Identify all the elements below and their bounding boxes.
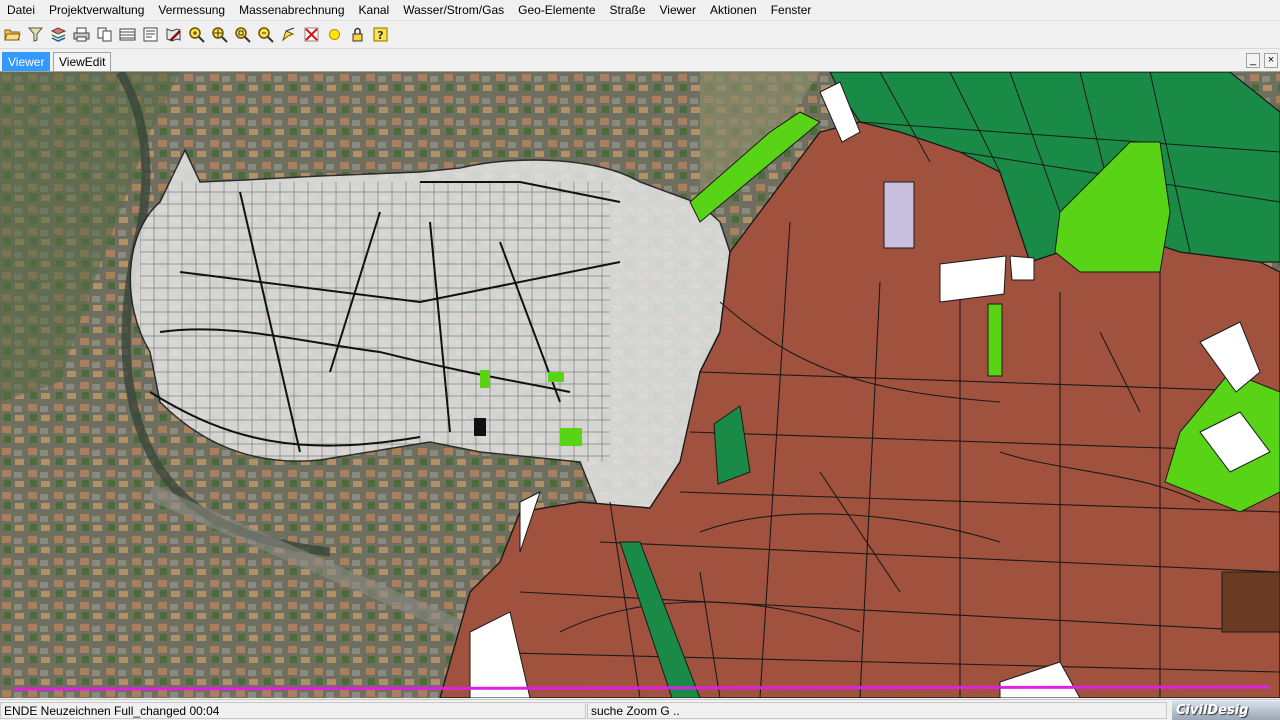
menu-datei[interactable]: Datei <box>0 0 42 20</box>
plot-button[interactable] <box>140 24 161 45</box>
civildesign-logo: CivilDesig <box>1172 701 1280 720</box>
edit-map-button[interactable] <box>163 24 184 45</box>
menu-kanal[interactable]: Kanal <box>352 0 397 20</box>
status-middle: suche Zoom G .. <box>587 702 1167 719</box>
help-button[interactable]: ? <box>370 24 391 45</box>
menu-geo-elemente[interactable]: Geo-Elemente <box>511 0 602 20</box>
status-bar: ENDE Neuzeichnen Full_changed 00:04 such… <box>0 699 1280 720</box>
point-icon <box>329 29 340 40</box>
parcel-lavender <box>883 181 915 249</box>
menu-projektverwaltung[interactable]: Projektverwaltung <box>42 0 151 20</box>
pan-icon <box>281 27 295 42</box>
parcel-dark-brown <box>1221 571 1280 633</box>
toolbar: ? <box>0 21 1280 49</box>
zoom-full-icon <box>212 27 228 43</box>
menu-vermessung[interactable]: Vermessung <box>151 0 232 20</box>
map-layers-button[interactable] <box>48 24 69 45</box>
menu-wasser-strom-gas[interactable]: Wasser/Strom/Gas <box>396 0 511 20</box>
menu-fenster[interactable]: Fenster <box>764 0 819 20</box>
print-icon <box>73 27 90 42</box>
zoom-window-icon <box>235 27 251 43</box>
close-button[interactable]: × <box>1264 53 1278 68</box>
zoom-in-icon <box>189 27 205 43</box>
town-building-grid <box>140 182 610 462</box>
map-canvas[interactable] <box>0 72 1280 698</box>
zoom-out-button[interactable] <box>255 24 276 45</box>
delete-icon <box>304 27 319 42</box>
print-button[interactable] <box>71 24 92 45</box>
menu-aktionen[interactable]: Aktionen <box>703 0 764 20</box>
plot-icon <box>143 27 158 42</box>
lock-icon <box>352 27 363 42</box>
lock-button[interactable] <box>347 24 368 45</box>
edit-map-icon <box>166 28 181 42</box>
magenta-boundary-line <box>13 685 1271 691</box>
status-left: ENDE Neuzeichnen Full_changed 00:04 <box>0 702 586 719</box>
filter-icon <box>27 27 44 42</box>
help-icon: ? <box>373 27 388 42</box>
layer-list-icon <box>119 28 136 41</box>
zoom-window-button[interactable] <box>232 24 253 45</box>
open-folder-icon <box>4 29 21 41</box>
layer-list-button[interactable] <box>117 24 138 45</box>
parcel-lightgreen-narrow <box>987 303 1003 377</box>
delete-button[interactable] <box>301 24 322 45</box>
zoom-full-button[interactable] <box>209 24 230 45</box>
menu-strasse[interactable]: Straße <box>603 0 653 20</box>
tab-bar: Viewer ViewEdit _ × <box>0 50 1280 72</box>
zoom-out-icon <box>258 27 274 43</box>
point-button[interactable] <box>324 24 345 45</box>
copy-icon <box>97 27 112 42</box>
open-folder-button[interactable] <box>2 24 23 45</box>
svg-text:?: ? <box>377 29 383 42</box>
tab-viewedit[interactable]: ViewEdit <box>53 52 112 71</box>
zoom-in-button[interactable] <box>186 24 207 45</box>
minimize-button[interactable]: _ <box>1246 53 1260 68</box>
menu-massenabrechnung[interactable]: Massenabrechnung <box>232 0 351 20</box>
menu-viewer[interactable]: Viewer <box>653 0 703 20</box>
filter-button[interactable] <box>25 24 46 45</box>
tab-viewer[interactable]: Viewer <box>2 52 51 71</box>
pan-button[interactable] <box>278 24 299 45</box>
menu-bar: Datei Projektverwaltung Vermessung Masse… <box>0 0 1280 21</box>
map-layers-icon <box>50 27 67 42</box>
copy-button[interactable] <box>94 24 115 45</box>
town-dark-building <box>474 418 486 436</box>
map-viewport[interactable] <box>0 72 1280 698</box>
